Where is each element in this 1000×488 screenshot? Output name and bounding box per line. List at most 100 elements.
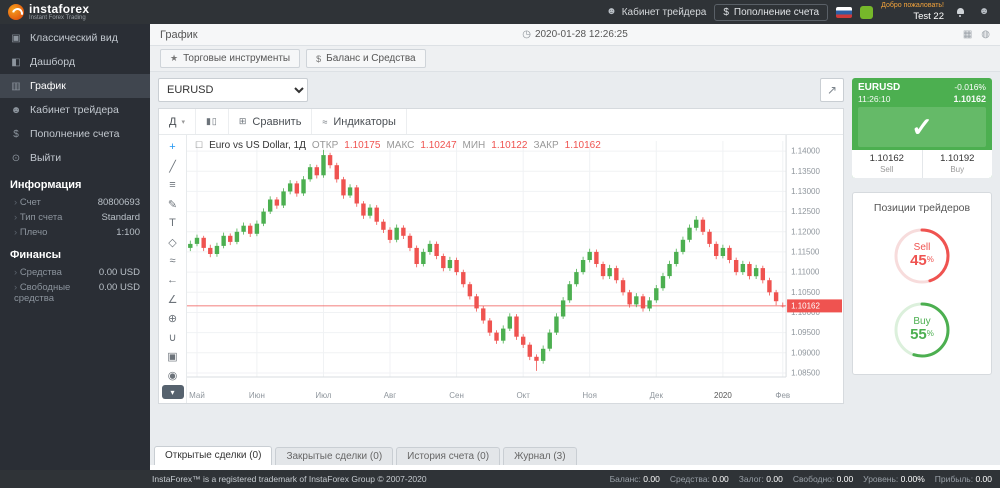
sidebar-item-logout[interactable]: ⊙ Выйти	[0, 146, 150, 170]
clock-icon: ◷	[522, 29, 531, 40]
russian-flag-icon[interactable]	[836, 7, 852, 18]
sidebar-item-dashboard[interactable]: ◧ Дашборд	[0, 50, 150, 74]
svg-text:1.10500: 1.10500	[791, 288, 820, 297]
sidebar: ▣ Классический вид ◧ Дашборд ▥ График ☻ …	[0, 24, 150, 470]
chevron-down-icon: ▾	[170, 388, 174, 397]
tool-glyph: ✎	[168, 198, 177, 211]
sidebar-item-label: Кабинет трейдера	[30, 104, 119, 116]
account-stats: Баланс: 0.00 Средства: 0.00 Залог: 0.00 …	[610, 474, 992, 484]
collapse-toolbar-button[interactable]: ▾	[162, 385, 184, 399]
sell-price: 1.10162	[870, 153, 904, 165]
row-label: Свободные средства	[14, 282, 93, 304]
brush-icon[interactable]: ✎	[163, 195, 183, 213]
row-value: 0.00 USD	[99, 267, 140, 278]
positions-title: Позиции трейдеров	[874, 202, 970, 214]
person-icon: ☻	[10, 105, 22, 116]
candles-icon: ▮▯	[206, 116, 218, 127]
dollar-icon: $	[316, 54, 321, 64]
chart-canvas[interactable]: 1.085001.090001.095001.100001.105001.110…	[187, 135, 843, 403]
user-menu-button[interactable]: ☻	[976, 4, 992, 20]
position-tool-icon[interactable]: ←	[163, 271, 183, 289]
tab-journal[interactable]: Журнал (3)	[503, 447, 577, 465]
tool-glyph: T	[169, 217, 176, 229]
lock-icon[interactable]: ▣	[163, 347, 183, 365]
stat-value: 0.00	[975, 474, 992, 484]
expand-icon: ↗	[827, 83, 837, 97]
svg-text:1.12500: 1.12500	[791, 207, 820, 216]
stat-label: Средства:	[670, 474, 710, 484]
trader-cabinet-link[interactable]: ☻ Кабинет трейдера	[606, 7, 706, 18]
finance-row-free-margin: Свободные средства 0.00 USD	[0, 280, 150, 306]
tab-open-deals[interactable]: Открытые сделки (0)	[154, 446, 272, 465]
sell-gauge-center: Sell 45%	[890, 224, 954, 288]
svg-text:Авг: Авг	[384, 391, 397, 400]
balance-funds-label: Баланс и Средства	[326, 53, 416, 64]
measure-icon[interactable]: ∠	[163, 290, 183, 308]
main-toolbar: ★ Торговые инструменты $ Баланс и Средст…	[150, 46, 1000, 72]
sidebar-item-deposit[interactable]: $ Пополнение счета	[0, 122, 150, 146]
quote-card: EURUSD -0.016% 11:26:10 1.10162 ✓ 1.1016…	[852, 78, 992, 178]
tab-account-history[interactable]: История счета (0)	[396, 447, 500, 465]
chart-style-button[interactable]: ▮▯	[196, 109, 229, 134]
avatar-icon: ☻	[979, 7, 990, 17]
dashboard-icon: ◧	[10, 57, 22, 68]
instaforex-logo[interactable]: instaforex Instant Forex Trading	[8, 3, 89, 22]
fullscreen-button[interactable]: ↗	[820, 78, 844, 102]
close-label: ЗАКР	[533, 140, 558, 151]
deposit-button[interactable]: $ Пополнение счета	[714, 4, 828, 21]
text-tool-icon[interactable]: T	[163, 214, 183, 232]
candlestick-chart[interactable]: 1.085001.090001.095001.100001.105001.110…	[187, 135, 843, 403]
tab-closed-deals[interactable]: Закрытые сделки (0)	[275, 447, 393, 465]
sell-label: Sell	[880, 165, 893, 175]
sidebar-item-classic-view[interactable]: ▣ Классический вид	[0, 26, 150, 50]
balance-funds-button[interactable]: $ Баланс и Средства	[306, 49, 426, 68]
symbol-row: EURUSD ↗	[158, 78, 844, 102]
username: Test 22	[913, 11, 944, 22]
chart-legend: ☐ Euro vs US Dollar, 1Д ОТКР 1.10175 МАК…	[195, 140, 601, 151]
notifications-button[interactable]	[952, 4, 968, 20]
zoom-in-icon[interactable]: ⊕	[163, 309, 183, 327]
trader-positions-card: Позиции трейдеров Sell 45%	[852, 192, 992, 375]
quote-header: EURUSD -0.016%	[852, 78, 992, 93]
sidebar-item-cabinet[interactable]: ☻ Кабинет трейдера	[0, 98, 150, 122]
xabcd-pattern-icon[interactable]: ◇	[163, 233, 183, 251]
compare-button[interactable]: ⊞ Сравнить	[229, 109, 313, 134]
body-row: ▣ Классический вид ◧ Дашборд ▥ График ☻ …	[0, 24, 1000, 470]
row-label: Средства	[14, 267, 62, 278]
calendar-icon[interactable]: ▦	[963, 29, 972, 40]
sell-gauge: Sell 45%	[890, 224, 954, 288]
symbol-select[interactable]: EURUSD	[158, 78, 308, 102]
buy-pct: 55	[910, 326, 927, 343]
buy-gauge-center: Buy 55%	[890, 298, 954, 362]
crosshair-icon[interactable]: +	[163, 138, 183, 156]
percent-sign: %	[927, 255, 934, 264]
indicators-button[interactable]: ≈ Индикаторы	[312, 109, 406, 134]
server-datetime: ◷ 2020-01-28 12:26:25	[150, 24, 1000, 45]
low-value: 1.10122	[491, 140, 527, 151]
rss-icon[interactable]: ◍	[981, 29, 990, 40]
trading-instruments-button[interactable]: ★ Торговые инструменты	[160, 49, 300, 68]
fib-retracement-icon[interactable]: ≡	[163, 176, 183, 194]
tool-glyph: ∠	[168, 293, 178, 306]
page-header: График ◷ 2020-01-28 12:26:25 ▦ ◍	[150, 24, 1000, 46]
sidebar-item-label: Дашборд	[30, 56, 75, 68]
eye-icon[interactable]: ◉	[163, 366, 183, 384]
svg-text:1.11500: 1.11500	[791, 247, 820, 256]
brand-block: instaforex Instant Forex Trading	[29, 3, 89, 22]
row-value: Standard	[101, 212, 140, 223]
svg-text:1.11000: 1.11000	[791, 268, 820, 277]
sidebar-item-chart[interactable]: ▥ График	[0, 74, 150, 98]
sell-button[interactable]: 1.10162 Sell	[852, 150, 922, 178]
high-value: 1.10247	[420, 140, 456, 151]
interval-button[interactable]: Д ▾	[159, 109, 196, 134]
high-label: МАКС	[386, 140, 414, 151]
row-value: 80800693	[98, 197, 140, 208]
svg-text:1.13000: 1.13000	[791, 187, 820, 196]
magnet-icon[interactable]: ∪	[163, 328, 183, 346]
trend-line-icon[interactable]: ╱	[163, 157, 183, 175]
dollar-icon: $	[10, 129, 22, 140]
legend-toggle-icon[interactable]: ☐	[195, 140, 203, 151]
forecast-icon[interactable]: ≈	[163, 252, 183, 270]
datetime-text: 2020-01-28 12:26:25	[535, 29, 628, 40]
buy-button[interactable]: 1.10192 Buy	[922, 150, 993, 178]
